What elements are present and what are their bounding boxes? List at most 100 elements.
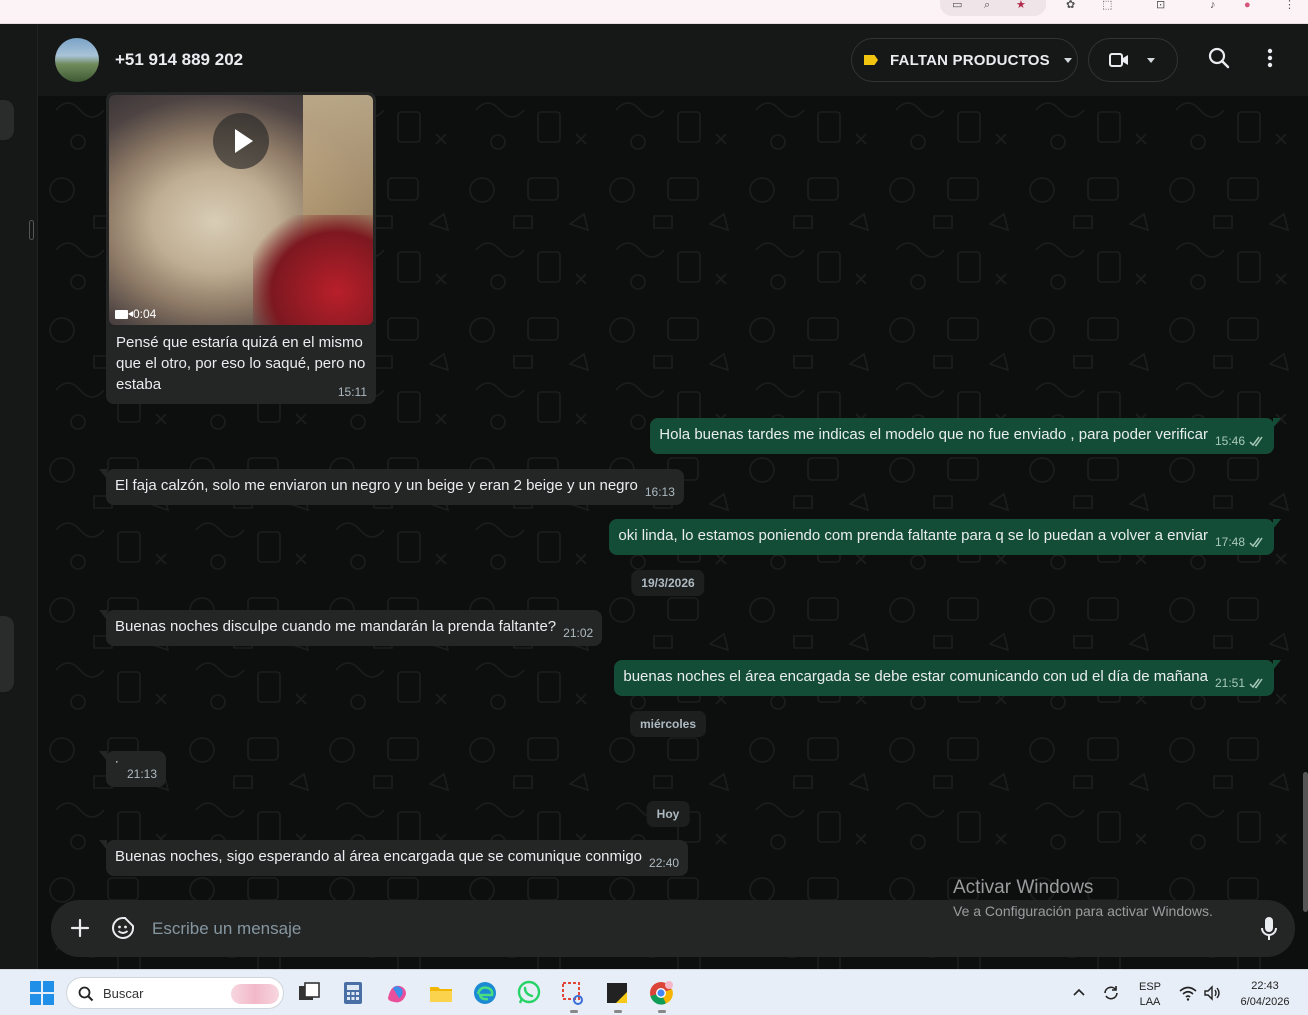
message-input[interactable]: Escribe un mensaje bbox=[152, 919, 301, 939]
sidebar-collapsed-tab[interactable] bbox=[0, 100, 14, 140]
language-indicator[interactable]: ESP LAA bbox=[1138, 981, 1162, 1008]
clock-date: 6/04/2026 bbox=[1240, 996, 1290, 1008]
chevron-up-icon[interactable] bbox=[1073, 988, 1085, 996]
message-meta: 15:46 bbox=[1215, 431, 1265, 452]
message-text: oki linda, lo estamos poniendo com prend… bbox=[618, 527, 1208, 544]
media-icon[interactable]: ♪ bbox=[1210, 0, 1224, 11]
bubble-tail bbox=[99, 840, 107, 850]
double-check-icon bbox=[1249, 436, 1263, 447]
search-icon bbox=[78, 986, 94, 1002]
contact-avatar[interactable] bbox=[55, 38, 99, 82]
video-duration-text: 0:04 bbox=[133, 307, 157, 321]
bubble-tail bbox=[1273, 660, 1281, 670]
browser-toolbar-strip: ▭ ⌕ ★ ✿ ⬚ ⊡ ♪ ● ⋮ bbox=[0, 0, 1308, 24]
windows-taskbar: Buscar ESP LAA 22:43 6/04/2026 bbox=[0, 969, 1308, 1015]
message-text: Buenas noches, sigo esperando al área en… bbox=[115, 848, 643, 865]
message-time: 15:11 bbox=[337, 385, 367, 399]
calculator-icon[interactable] bbox=[340, 980, 366, 1006]
video-camera-icon bbox=[1109, 53, 1128, 67]
keyboard-layout: LAA bbox=[1139, 996, 1161, 1008]
video-duration: 0:04 bbox=[115, 307, 156, 321]
more-options-icon[interactable] bbox=[1267, 47, 1273, 69]
message-meta: 22:40 bbox=[649, 853, 679, 874]
attach-plus-icon[interactable] bbox=[69, 917, 91, 939]
thumbnail-fabric bbox=[253, 215, 373, 325]
taskbar-search-placeholder: Buscar bbox=[103, 986, 144, 1001]
file-explorer-icon[interactable] bbox=[428, 980, 454, 1006]
message-time: 15:46 bbox=[1214, 434, 1245, 448]
bubble-tail bbox=[1273, 418, 1281, 428]
cast-icon[interactable]: ▭ bbox=[952, 0, 966, 11]
message-time: 16:13 bbox=[644, 485, 675, 499]
zoom-icon[interactable]: ⌕ bbox=[984, 0, 998, 11]
running-indicator bbox=[570, 1010, 578, 1013]
running-indicator bbox=[658, 1010, 666, 1013]
chrome-icon[interactable] bbox=[648, 980, 674, 1006]
message-text: buenas noches el área encargada se debe … bbox=[623, 668, 1208, 685]
message-bubble-incoming[interactable]: El faja calzón, solo me enviaron un negr… bbox=[99, 469, 684, 505]
sticker-icon[interactable] bbox=[111, 916, 135, 940]
copilot-icon[interactable] bbox=[384, 980, 410, 1006]
edge-icon[interactable] bbox=[472, 980, 498, 1006]
message-bubble-outgoing[interactable]: Hola buenas tardes me indicas el modelo … bbox=[650, 418, 1281, 454]
sticky-notes-icon[interactable] bbox=[604, 980, 630, 1006]
taskbar-search-box[interactable]: Buscar bbox=[66, 977, 284, 1009]
message-text: ˙ bbox=[115, 759, 120, 776]
message-text: Hola buenas tardes me indicas el modelo … bbox=[659, 426, 1208, 443]
message-bubble-outgoing[interactable]: oki linda, lo estamos poniendo com prend… bbox=[609, 519, 1281, 555]
watermark-title: Activar Windows bbox=[953, 877, 1094, 898]
sidebar-collapsed-tab-2[interactable] bbox=[0, 616, 14, 692]
message-bubble-incoming[interactable]: ˙ 21:13 bbox=[99, 751, 167, 787]
video-message[interactable]: 0:04 Pensé que estaría quizá en el mismo… bbox=[106, 92, 376, 404]
message-bubble-incoming[interactable]: Buenas noches disculpe cuando me mandará… bbox=[99, 610, 603, 646]
screenshot-icon[interactable]: ⊡ bbox=[1156, 0, 1170, 11]
profile-icon[interactable]: ● bbox=[1244, 0, 1258, 11]
volume-icon[interactable] bbox=[1203, 985, 1221, 1001]
message-bubble-incoming[interactable]: Buenas noches, sigo esperando al área en… bbox=[99, 840, 689, 876]
puzzle-icon[interactable]: ⬚ bbox=[1102, 0, 1116, 11]
message-meta: 16:13 bbox=[645, 482, 675, 503]
video-caption: Pensé que estaría quizá en el mismo que … bbox=[116, 334, 366, 393]
message-time: 17:48 bbox=[1214, 535, 1245, 549]
watermark-subtitle: Ve a Configuración para activar Windows. bbox=[953, 903, 1213, 919]
double-check-icon bbox=[1249, 537, 1263, 548]
message-meta: 21:02 bbox=[563, 623, 593, 644]
label-dropdown-button[interactable]: FALTAN PRODUCTOS bbox=[851, 38, 1078, 82]
label-text: FALTAN PRODUCTOS bbox=[890, 51, 1050, 69]
bubble-tail bbox=[99, 469, 107, 479]
chat-panel: +51 914 889 202 FALTAN PRODUCTOS 0:04 Pe… bbox=[38, 24, 1308, 969]
video-call-button[interactable] bbox=[1088, 38, 1178, 82]
clock[interactable]: 22:43 6/04/2026 bbox=[1230, 980, 1300, 1008]
snipping-tool-icon[interactable] bbox=[560, 980, 586, 1006]
sync-icon[interactable] bbox=[1102, 984, 1120, 1002]
extension-icon[interactable]: ✿ bbox=[1066, 0, 1080, 11]
chat-scrollbar[interactable] bbox=[1303, 772, 1308, 912]
task-view-icon[interactable] bbox=[296, 980, 322, 1006]
bubble-tail bbox=[1273, 519, 1281, 529]
bubble-tail bbox=[99, 751, 107, 761]
search-highlight-icon bbox=[231, 984, 279, 1004]
play-icon[interactable] bbox=[213, 113, 269, 169]
running-indicator bbox=[614, 1010, 622, 1013]
date-divider: miércoles bbox=[629, 711, 707, 737]
message-meta: 17:48 bbox=[1215, 532, 1265, 553]
video-thumbnail[interactable]: 0:04 bbox=[109, 95, 373, 325]
menu-icon[interactable]: ⋮ bbox=[1284, 0, 1298, 11]
video-camera-icon bbox=[115, 309, 133, 319]
windows-start-icon[interactable] bbox=[29, 980, 55, 1006]
double-check-icon bbox=[1249, 678, 1263, 689]
message-bubble-outgoing[interactable]: buenas noches el área encargada se debe … bbox=[614, 660, 1281, 696]
bookmark-star-icon[interactable]: ★ bbox=[1016, 0, 1030, 11]
whatsapp-icon[interactable] bbox=[516, 980, 542, 1006]
message-time: 22:40 bbox=[649, 856, 680, 870]
wifi-icon[interactable] bbox=[1179, 985, 1197, 1001]
search-icon[interactable] bbox=[1208, 47, 1230, 69]
message-text: El faja calzón, solo me enviaron un negr… bbox=[115, 477, 638, 494]
contact-name[interactable]: +51 914 889 202 bbox=[115, 50, 243, 70]
date-divider: Hoy bbox=[646, 801, 690, 827]
resize-handle[interactable] bbox=[29, 220, 34, 240]
label-tag-icon bbox=[864, 55, 878, 65]
clock-time: 22:43 bbox=[1251, 980, 1279, 992]
microphone-icon[interactable] bbox=[1260, 916, 1278, 942]
message-time: 21:13 bbox=[127, 767, 158, 781]
